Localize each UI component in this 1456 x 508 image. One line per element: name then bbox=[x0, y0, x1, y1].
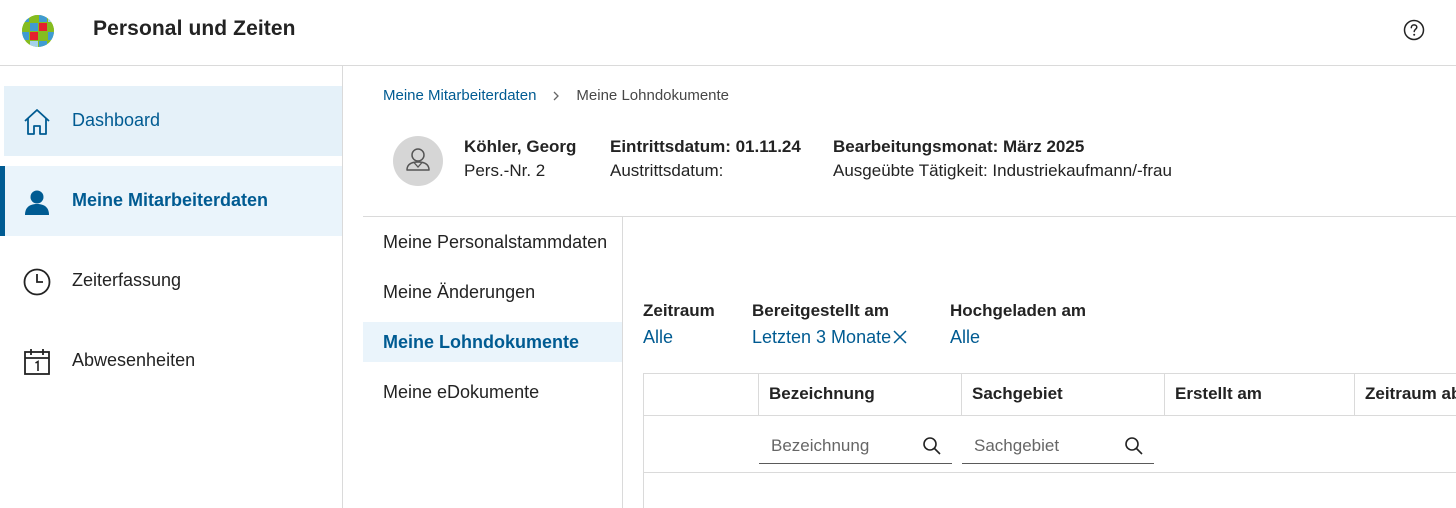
filter-zeitraum-label: Zeitraum bbox=[643, 301, 715, 320]
calendar-icon bbox=[24, 349, 50, 375]
column-header-zeitraum-ab[interactable]: Zeitraum ab bbox=[1354, 374, 1456, 416]
sachgebiet-search-field bbox=[962, 430, 1154, 464]
sidebar-item-label: Abwesenheiten bbox=[72, 350, 196, 370]
column-header-bezeichnung[interactable]: Bezeichnung bbox=[758, 374, 961, 416]
employee-eintrittsdatum: Eintrittsdatum: 01.11.24 bbox=[610, 137, 801, 156]
active-indicator bbox=[0, 166, 5, 236]
breadcrumb: Meine Mitarbeiterdaten Meine Lohndokumen… bbox=[383, 87, 729, 104]
submenu-item-edokumente[interactable]: Meine eDokumente bbox=[363, 372, 622, 412]
avatar bbox=[393, 136, 443, 186]
app-logo-icon bbox=[22, 15, 54, 47]
submenu-item-label: Meine Lohndokumente bbox=[383, 332, 580, 352]
employee-austrittsdatum: Austrittsdatum: bbox=[610, 161, 724, 180]
bezeichnung-search-field bbox=[759, 430, 952, 464]
submenu-item-label: Meine eDokumente bbox=[383, 382, 540, 402]
person-icon bbox=[25, 190, 49, 215]
header-divider bbox=[363, 216, 1456, 217]
close-icon[interactable] bbox=[892, 329, 908, 345]
filter-bereitgestellt-value[interactable]: Letzten 3 Monate bbox=[752, 327, 891, 348]
submenu-item-label: Meine Änderungen bbox=[383, 282, 536, 302]
clock-icon bbox=[23, 268, 51, 296]
documents-table: Bezeichnung Sachgebiet Erstellt am Zeitr… bbox=[643, 373, 1456, 508]
search-icon[interactable] bbox=[922, 436, 942, 456]
filter-hochgeladen-label: Hochgeladen am bbox=[950, 301, 1087, 320]
employee-bearbeitungsmonat: Bearbeitungsmonat: März 2025 bbox=[833, 137, 1085, 156]
submenu-divider bbox=[622, 217, 623, 508]
column-header-erstellt-am[interactable]: Erstellt am bbox=[1164, 374, 1354, 416]
filter-zeitraum-value[interactable]: Alle bbox=[643, 327, 673, 348]
table-header-row: Bezeichnung Sachgebiet Erstellt am Zeitr… bbox=[644, 374, 1456, 416]
column-header-sachgebiet[interactable]: Sachgebiet bbox=[961, 374, 1164, 416]
breadcrumb-current: Meine Lohndokumente bbox=[576, 87, 730, 104]
search-icon[interactable] bbox=[1124, 436, 1144, 456]
breadcrumb-link-mitarbeiterdaten[interactable]: Meine Mitarbeiterdaten bbox=[383, 87, 536, 104]
sidebar-item-meine-mitarbeiterdaten[interactable]: Meine Mitarbeiterdaten bbox=[4, 166, 342, 236]
sidebar-item-label: Meine Mitarbeiterdaten bbox=[72, 190, 269, 210]
submenu-item-personalstammdaten[interactable]: Meine Personalstammdaten bbox=[363, 222, 622, 262]
sidebar-item-dashboard[interactable]: Dashboard bbox=[4, 86, 342, 156]
column-header-select bbox=[644, 374, 758, 416]
employee-name: Köhler, Georg bbox=[464, 137, 577, 156]
submenu-item-aenderungen[interactable]: Meine Änderungen bbox=[363, 272, 622, 312]
chevron-right-icon bbox=[553, 91, 560, 100]
submenu-item-lohndokumente[interactable]: Meine Lohndokumente bbox=[363, 322, 622, 362]
sidebar-item-abwesenheiten[interactable]: Abwesenheiten bbox=[4, 326, 342, 396]
sidebar-item-label: Zeiterfassung bbox=[72, 270, 182, 290]
sidebar-item-zeiterfassung[interactable]: Zeiterfassung bbox=[4, 246, 342, 316]
home-icon bbox=[24, 109, 50, 135]
submenu-item-label: Meine Personalstammdaten bbox=[383, 232, 608, 252]
sidebar-item-label: Dashboard bbox=[72, 110, 161, 130]
person-outline-icon bbox=[406, 148, 430, 171]
employee-pers-nr: Pers.-Nr. 2 bbox=[464, 161, 546, 180]
top-bar: Personal und Zeiten bbox=[0, 0, 1456, 66]
employee-taetigkeit: Ausgeübte Tätigkeit: Industriekaufmann/-… bbox=[833, 161, 1172, 180]
table-filter-row bbox=[644, 416, 1456, 473]
help-icon[interactable] bbox=[1402, 18, 1426, 42]
filter-hochgeladen-value[interactable]: Alle bbox=[950, 327, 980, 348]
filter-bereitgestellt-label: Bereitgestellt am bbox=[752, 301, 889, 320]
app-title: Personal und Zeiten bbox=[93, 17, 296, 40]
